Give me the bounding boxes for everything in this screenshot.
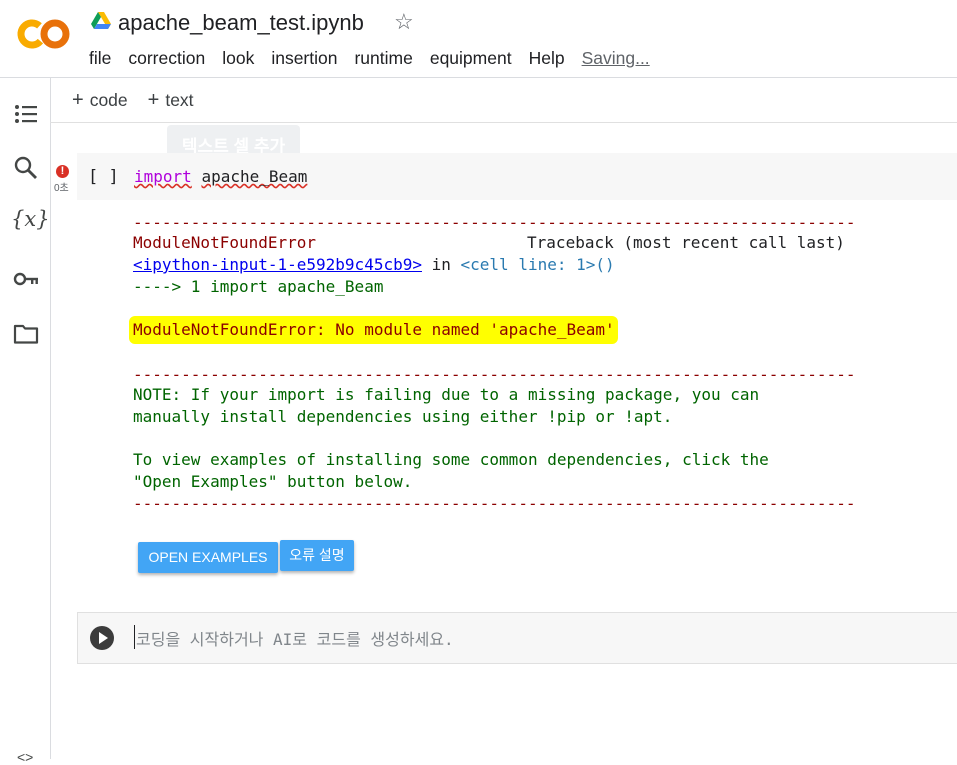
google-drive-icon[interactable] xyxy=(91,12,111,30)
notebook-title[interactable]: apache_beam_test.ipynb xyxy=(118,10,364,36)
saving-status[interactable]: Saving... xyxy=(582,48,650,69)
explain-error-button[interactable]: 오류 설명 xyxy=(280,540,354,571)
text-cursor xyxy=(134,625,135,649)
variables-icon[interactable]: {x} xyxy=(11,207,50,235)
cell-line-ref: <cell line: 1> xyxy=(460,255,596,274)
error-icon: ! xyxy=(56,165,69,178)
header-divider xyxy=(0,77,957,78)
menu-insertion[interactable]: insertion xyxy=(271,48,337,69)
output-separator: ----------------------------------------… xyxy=(133,365,856,384)
star-icon[interactable]: ☆ xyxy=(394,9,414,35)
menu-runtime[interactable]: runtime xyxy=(354,48,412,69)
traceback-arrow-line: ----> 1 import apache_Beam xyxy=(133,277,384,296)
add-code-button[interactable]: + code xyxy=(72,89,128,112)
output-separator: ----------------------------------------… xyxy=(133,494,856,513)
code-snippets-icon[interactable]: <> xyxy=(17,749,33,765)
add-text-button[interactable]: + text xyxy=(148,89,194,112)
search-icon[interactable] xyxy=(12,154,40,182)
colab-logo[interactable] xyxy=(17,17,71,51)
paren-text: () xyxy=(595,255,615,274)
code-module: apache_Beam xyxy=(201,167,308,186)
view-examples-line: "Open Examples" button below. xyxy=(133,472,413,491)
open-examples-button[interactable]: OPEN EXAMPLES xyxy=(138,542,278,573)
run-cell-button[interactable]: [ ] xyxy=(88,167,119,187)
menu-correction[interactable]: correction xyxy=(128,48,205,69)
code-input[interactable]: 코딩을 시작하거나 AI로 코드를 생성하세요. xyxy=(136,626,454,650)
key-icon[interactable] xyxy=(12,265,40,293)
in-text: in xyxy=(421,255,461,274)
menu-look[interactable]: look xyxy=(222,48,254,69)
error-message: ModuleNotFoundError: No module named 'ap… xyxy=(133,320,615,339)
view-examples-line: To view examples of installing some comm… xyxy=(133,450,769,469)
execution-time: 0초 xyxy=(54,183,69,194)
cell-toolbar: + code + text xyxy=(72,89,214,112)
traceback-label: Traceback (most recent call last) xyxy=(527,233,845,252)
plus-icon: + xyxy=(147,89,160,111)
menu-file[interactable]: file xyxy=(89,48,111,69)
menu-bar: file correction look insertion runtime e… xyxy=(89,48,667,69)
folder-icon[interactable] xyxy=(12,319,40,347)
code-editor[interactable]: import apache_Beam xyxy=(134,167,307,186)
code-keyword: import xyxy=(134,167,192,186)
output-separator: ----------------------------------------… xyxy=(133,213,856,232)
traceback-location: <ipython-input-1-e592b9c45cb9> in <cell … xyxy=(133,254,615,276)
menu-help[interactable]: Help xyxy=(529,48,565,69)
run-cell-button[interactable] xyxy=(90,626,114,650)
toolbar-divider xyxy=(50,122,957,123)
note-line: manually install dependencies using eith… xyxy=(133,407,673,426)
traceback-header: ModuleNotFoundError Traceback (most recen… xyxy=(133,232,845,254)
table-of-contents-icon[interactable] xyxy=(12,100,40,128)
ipython-input-link[interactable]: <ipython-input-1-e592b9c45cb9> xyxy=(133,255,422,274)
menu-equipment[interactable]: equipment xyxy=(430,48,512,69)
plus-icon: + xyxy=(72,89,84,111)
sidebar-divider xyxy=(50,78,51,759)
note-line: NOTE: If your import is failing due to a… xyxy=(133,385,760,404)
error-name: ModuleNotFoundError xyxy=(133,233,317,252)
add-code-label: code xyxy=(89,90,128,110)
add-text-label: text xyxy=(165,90,194,110)
